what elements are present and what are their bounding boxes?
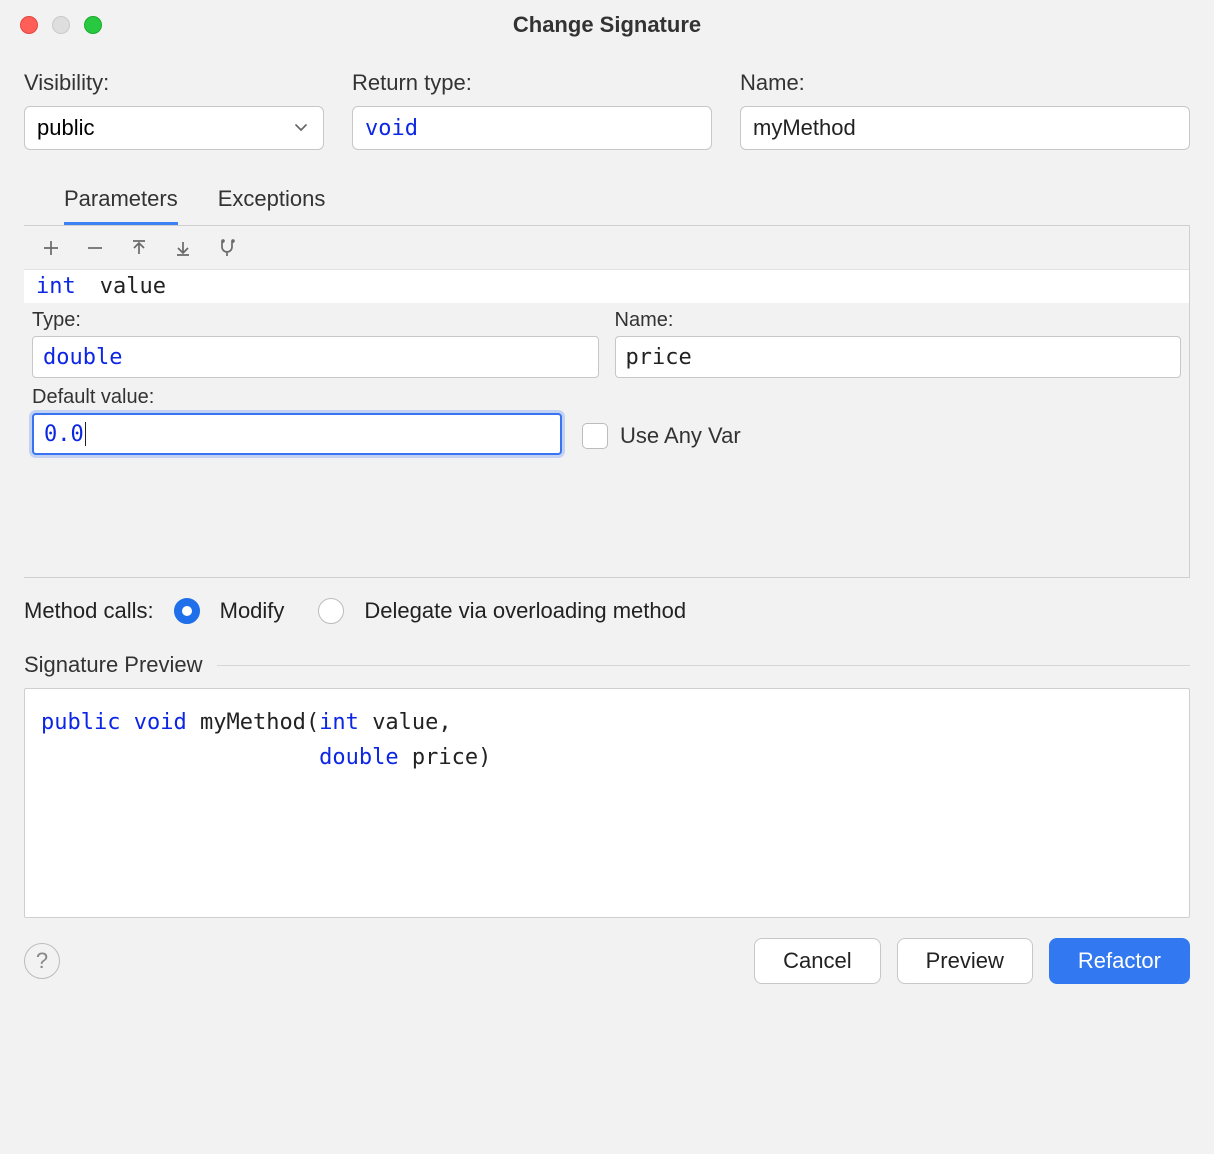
close-window-icon[interactable] [20, 16, 38, 34]
return-type-input[interactable]: void [352, 106, 712, 150]
visibility-label: Visibility: [24, 70, 324, 96]
param-type-label: Type: [32, 309, 599, 332]
param-type-input[interactable]: double [32, 336, 599, 378]
parameter-name: value [100, 274, 166, 299]
tab-parameters[interactable]: Parameters [64, 178, 178, 225]
default-value-label: Default value: [32, 386, 562, 409]
parameters-panel: int value Type: double Name: price [24, 225, 1190, 578]
parameter-type: int [36, 274, 76, 299]
propagate-parameters-button[interactable] [208, 231, 246, 265]
visibility-value: public [37, 115, 94, 141]
name-label: Name: [740, 70, 1190, 96]
radio-modify-label: Modify [220, 598, 285, 624]
tab-exceptions[interactable]: Exceptions [218, 178, 326, 225]
move-down-button[interactable] [164, 231, 202, 265]
signature-preview-box: public void myMethod(int value, double p… [24, 688, 1190, 918]
help-button[interactable]: ? [24, 943, 60, 979]
radio-delegate-label: Delegate via overloading method [364, 598, 686, 624]
cancel-button[interactable]: Cancel [754, 938, 880, 984]
window-controls [20, 16, 102, 34]
add-parameter-button[interactable] [32, 231, 70, 265]
parameters-toolbar [24, 226, 1189, 270]
default-value-input[interactable]: 0.0 [32, 413, 562, 455]
text-caret [85, 422, 86, 446]
chevron-down-icon [293, 115, 309, 141]
method-calls-label: Method calls: [24, 598, 154, 624]
radio-delegate[interactable] [318, 598, 344, 624]
preview-button[interactable]: Preview [897, 938, 1033, 984]
param-name-label: Name: [615, 309, 1182, 332]
parameter-row[interactable]: int value [24, 270, 1189, 303]
dialog-footer: ? Cancel Preview Refactor [24, 918, 1190, 984]
radio-modify[interactable] [174, 598, 200, 624]
method-name-input[interactable]: myMethod [740, 106, 1190, 150]
parameter-detail: Type: double Name: price Default [24, 303, 1189, 577]
minimize-window-icon [52, 16, 70, 34]
tabs: Parameters Exceptions [24, 178, 1190, 225]
return-type-label: Return type: [352, 70, 712, 96]
zoom-window-icon[interactable] [84, 16, 102, 34]
move-up-button[interactable] [120, 231, 158, 265]
signature-preview-label: Signature Preview [24, 652, 203, 678]
param-name-input[interactable]: price [615, 336, 1182, 378]
titlebar: Change Signature [0, 0, 1214, 50]
window-title: Change Signature [513, 12, 701, 38]
method-calls-row: Method calls: Modify Delegate via overlo… [24, 598, 1190, 624]
remove-parameter-button[interactable] [76, 231, 114, 265]
refactor-button[interactable]: Refactor [1049, 938, 1190, 984]
use-any-var-label: Use Any Var [620, 423, 741, 449]
signature-preview-header: Signature Preview [24, 652, 1190, 678]
use-any-var-checkbox[interactable] [582, 423, 608, 449]
visibility-select[interactable]: public [24, 106, 324, 150]
